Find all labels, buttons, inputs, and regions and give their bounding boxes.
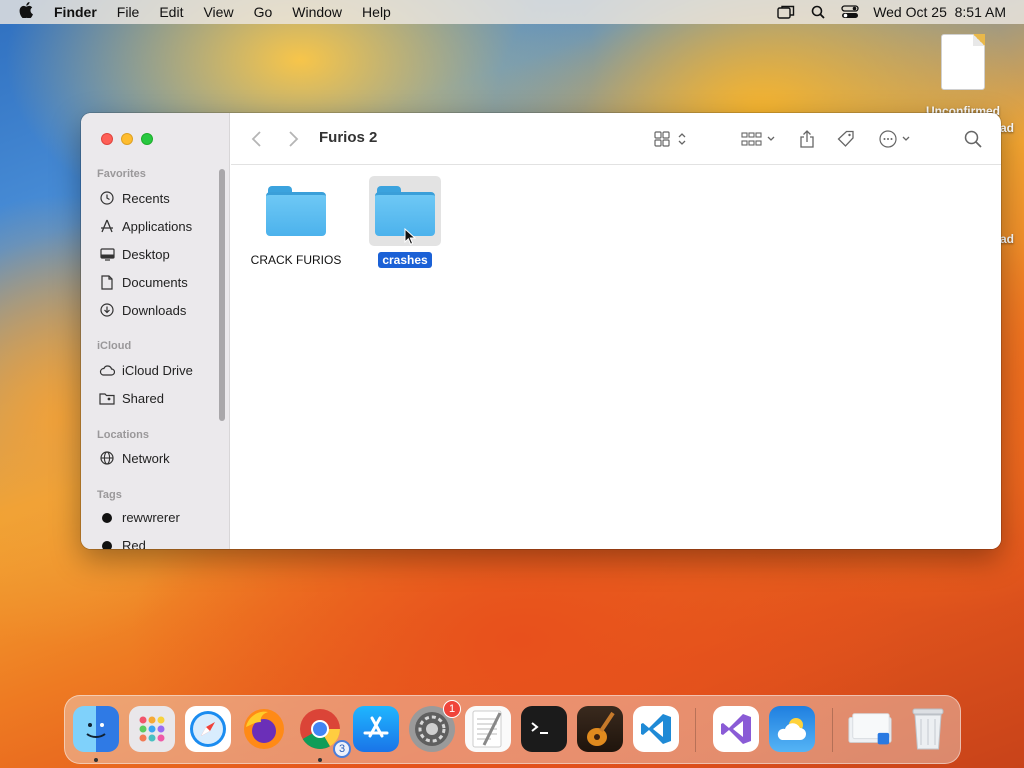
dock-trash-icon[interactable] bbox=[905, 706, 951, 752]
dock-launchpad-icon[interactable] bbox=[129, 706, 175, 752]
document-icon bbox=[99, 274, 115, 290]
sidebar-item-desktop[interactable]: Desktop bbox=[99, 246, 170, 262]
control-center-icon[interactable] bbox=[841, 5, 859, 19]
sidebar-item-label: Shared bbox=[122, 390, 164, 406]
back-icon[interactable] bbox=[251, 127, 263, 151]
shared-folder-icon bbox=[99, 390, 115, 406]
menu-clock[interactable]: Wed Oct 25 8:51 AM bbox=[873, 4, 1006, 20]
finder-window: Favorites Recents Applications Desktop D… bbox=[81, 113, 1001, 549]
clock-icon bbox=[99, 190, 115, 206]
window-title: Furios 2 bbox=[319, 129, 378, 146]
chrome-profile-badge: 3 bbox=[333, 740, 351, 758]
menu-window[interactable]: Window bbox=[282, 4, 352, 20]
dock-textedit-icon[interactable] bbox=[465, 706, 511, 752]
sidebar-item-label: Network bbox=[122, 450, 170, 466]
sidebar-item-tag[interactable]: Red bbox=[99, 538, 146, 549]
sidebar-section-icloud: iCloud bbox=[97, 340, 132, 352]
notification-badge: 1 bbox=[443, 700, 461, 718]
sidebar-item-downloads[interactable]: Downloads bbox=[99, 302, 186, 318]
menu-help[interactable]: Help bbox=[352, 4, 401, 20]
folder-name: CRACK FURIOS bbox=[250, 253, 342, 267]
tag-icon[interactable] bbox=[837, 127, 855, 151]
dock-firefox-icon[interactable] bbox=[241, 706, 287, 752]
menu-edit[interactable]: Edit bbox=[149, 4, 193, 20]
dock-chrome-icon[interactable]: 3 bbox=[297, 706, 351, 758]
tag-color-dot bbox=[102, 512, 112, 523]
sidebar-item-tag[interactable]: rewwrerer bbox=[99, 510, 180, 525]
minimize-button[interactable] bbox=[121, 133, 133, 145]
dock-garageband-icon[interactable] bbox=[577, 706, 623, 752]
menu-app-name[interactable]: Finder bbox=[52, 4, 107, 20]
apple-menu-icon[interactable] bbox=[0, 1, 52, 23]
dock: 3 1 bbox=[64, 695, 961, 764]
menu-file[interactable]: File bbox=[107, 4, 150, 20]
view-mode-icon[interactable] bbox=[654, 127, 690, 151]
tag-color-dot bbox=[102, 540, 112, 549]
dock-visual-studio-icon[interactable] bbox=[713, 706, 759, 752]
screen-mirror-icon[interactable] bbox=[777, 5, 795, 19]
folder-item[interactable]: CRACK FURIOS bbox=[246, 186, 346, 269]
running-indicator bbox=[318, 758, 322, 762]
sidebar-item-label: Recents bbox=[122, 190, 170, 206]
share-icon[interactable] bbox=[799, 127, 815, 151]
running-indicator bbox=[94, 758, 98, 762]
forward-icon[interactable] bbox=[287, 127, 299, 151]
sidebar-item-icloud-drive[interactable]: iCloud Drive bbox=[99, 362, 193, 378]
folder-icon bbox=[266, 186, 326, 236]
folder-name: crashes bbox=[378, 252, 432, 268]
sidebar-item-shared[interactable]: Shared bbox=[99, 390, 164, 406]
sidebar-item-network[interactable]: Network bbox=[99, 450, 170, 466]
dock-system-settings-icon[interactable]: 1 bbox=[409, 700, 461, 752]
toolbar: Furios 2 bbox=[231, 113, 1001, 165]
mouse-pointer-icon bbox=[404, 227, 417, 251]
dock-app-store-icon[interactable] bbox=[353, 706, 399, 752]
sidebar-item-label: Red bbox=[122, 538, 146, 549]
sidebar-item-label: iCloud Drive bbox=[122, 362, 193, 378]
desktop-icon bbox=[99, 246, 115, 262]
dock-downloads-stack-icon[interactable] bbox=[847, 706, 893, 752]
group-by-icon[interactable] bbox=[741, 127, 779, 151]
cloud-icon bbox=[99, 362, 115, 378]
search-icon[interactable] bbox=[964, 127, 982, 151]
dock-separator bbox=[695, 708, 696, 752]
sidebar-item-documents[interactable]: Documents bbox=[99, 274, 188, 290]
dock-vscode-icon[interactable] bbox=[633, 706, 679, 752]
sidebar-item-label: Downloads bbox=[122, 302, 187, 318]
sidebar-scrollbar[interactable] bbox=[219, 169, 225, 421]
menu-view[interactable]: View bbox=[193, 4, 243, 20]
sidebar-item-label: Applications bbox=[122, 218, 193, 234]
applications-icon bbox=[99, 218, 115, 234]
sidebar-section-tags: Tags bbox=[97, 489, 122, 501]
sidebar-section-favorites: Favorites bbox=[97, 168, 146, 180]
globe-icon bbox=[99, 450, 115, 466]
more-actions-icon[interactable] bbox=[879, 127, 913, 151]
file-browser[interactable]: CRACK FURIOS crashes bbox=[231, 166, 1001, 549]
download-icon bbox=[99, 302, 115, 318]
dock-weather-icon[interactable] bbox=[769, 706, 815, 752]
desktop-file-label-fragment: ad bbox=[1000, 121, 1015, 135]
close-button[interactable] bbox=[101, 133, 113, 145]
sidebar-item-label: Desktop bbox=[122, 246, 170, 262]
sidebar-item-applications[interactable]: Applications bbox=[99, 218, 192, 234]
dock-terminal-icon[interactable] bbox=[521, 706, 567, 752]
sidebar-item-recents[interactable]: Recents bbox=[99, 190, 170, 206]
menu-go[interactable]: Go bbox=[244, 4, 283, 20]
document-icon bbox=[941, 34, 985, 90]
spotlight-icon[interactable] bbox=[809, 5, 827, 19]
dock-safari-icon[interactable] bbox=[185, 706, 231, 752]
dock-separator bbox=[832, 708, 833, 752]
desktop-file[interactable]: Unconfirmed bbox=[918, 34, 1008, 118]
sidebar: Favorites Recents Applications Desktop D… bbox=[81, 113, 230, 549]
zoom-button[interactable] bbox=[141, 133, 153, 145]
window-controls bbox=[101, 133, 153, 145]
menu-bar: Finder File Edit View Go Window Help Wed… bbox=[0, 0, 1024, 24]
dock-finder-icon[interactable] bbox=[73, 706, 119, 752]
sidebar-item-label: rewwrerer bbox=[122, 510, 180, 525]
desktop-file-label-fragment: ad bbox=[1000, 232, 1015, 246]
sidebar-item-label: Documents bbox=[122, 274, 188, 290]
sidebar-section-locations: Locations bbox=[97, 429, 149, 441]
